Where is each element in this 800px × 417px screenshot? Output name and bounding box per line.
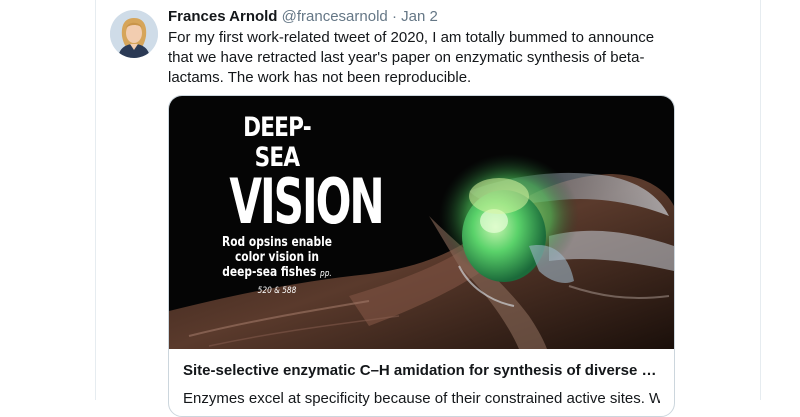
display-name[interactable]: Frances Arnold bbox=[168, 8, 277, 25]
date-separator: · bbox=[391, 8, 397, 25]
tweet-text: For my first work-related tweet of 2020,… bbox=[168, 29, 655, 86]
card-title[interactable]: Site-selective enzymatic C–H amidation f… bbox=[183, 361, 660, 381]
avatar-image bbox=[110, 10, 158, 58]
avatar[interactable] bbox=[110, 10, 158, 58]
cover-text: DEEP-SEA VISION Rod opsins enable color … bbox=[207, 112, 385, 299]
cover-title: VISION bbox=[229, 165, 384, 238]
tweet[interactable]: Frances Arnold @francesarnold · Jan 2 Fo… bbox=[95, 0, 761, 417]
tweet-body: Frances Arnold @francesarnold · Jan 2 Fo… bbox=[168, 7, 748, 88]
tweet-date[interactable]: Jan 2 bbox=[401, 8, 438, 25]
user-handle[interactable]: @francesarnold bbox=[282, 8, 388, 25]
cover-subtitle: Rod opsins enable color vision in deep-s… bbox=[220, 235, 335, 299]
tweet-header: Frances Arnold @francesarnold · Jan 2 bbox=[168, 7, 748, 27]
cover-kicker: DEEP-SEA bbox=[243, 112, 312, 173]
cover-subtitle-text: Rod opsins enable color vision in deep-s… bbox=[221, 235, 333, 280]
card-info[interactable]: Site-selective enzymatic C–H amidation f… bbox=[169, 349, 674, 409]
card-description: Enzymes excel at specificity because of … bbox=[183, 390, 660, 407]
card-image[interactable]: DEEP-SEA VISION Rod opsins enable color … bbox=[169, 96, 674, 349]
link-card[interactable]: DEEP-SEA VISION Rod opsins enable color … bbox=[168, 95, 675, 417]
